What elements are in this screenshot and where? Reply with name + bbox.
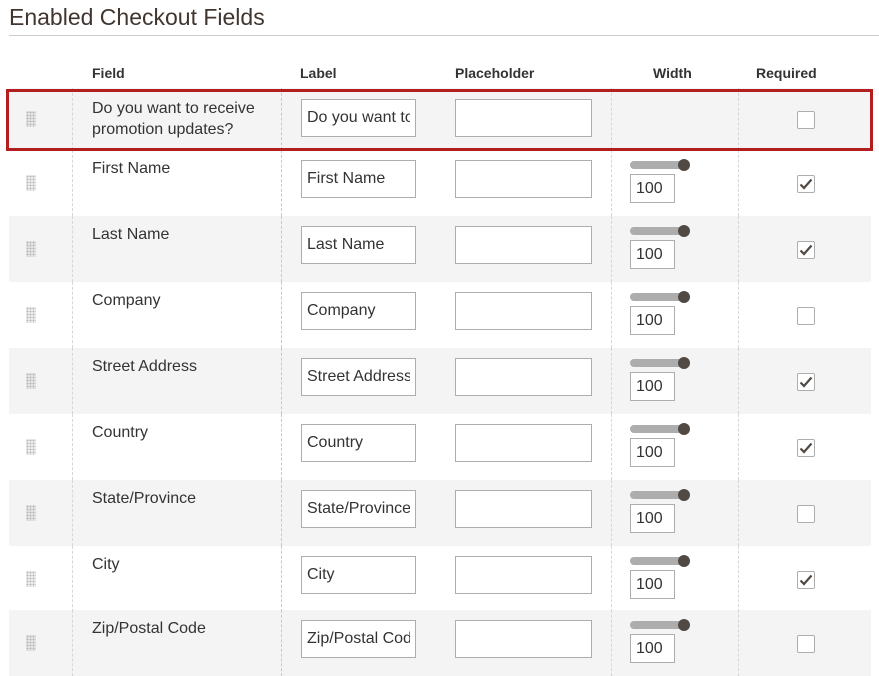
required-checkbox[interactable] [797,505,815,523]
required-checkbox[interactable] [797,307,815,325]
label-input[interactable] [301,99,416,137]
placeholder-input[interactable] [455,226,592,264]
required-checkbox[interactable] [797,373,815,391]
width-slider[interactable] [630,555,690,567]
slider-knob[interactable] [678,225,690,237]
table-row: Street Address [9,348,871,414]
width-input[interactable] [630,634,675,663]
field-name: Company [92,292,161,309]
column-header-width: Width [653,65,692,81]
drag-handle-icon[interactable] [26,373,36,389]
width-input[interactable] [630,372,675,401]
column-header-label: Label [300,65,337,81]
drag-handle-icon[interactable] [26,307,36,323]
checkmark-icon [799,442,813,454]
label-input[interactable] [301,424,416,462]
drag-handle-icon[interactable] [26,439,36,455]
table-row: Last Name [9,216,871,282]
placeholder-input[interactable] [455,620,592,658]
slider-knob[interactable] [678,489,690,501]
checkmark-icon [799,376,813,388]
field-name: Street Address [92,358,197,375]
field-name: Last Name [92,226,170,243]
table-row: City [9,546,871,612]
column-header-field: Field [92,65,125,81]
table-row: Company [9,282,871,348]
width-slider[interactable] [630,291,690,303]
slider-knob[interactable] [678,423,690,435]
field-name: State/Province [92,490,197,507]
required-checkbox[interactable] [797,439,815,457]
required-checkbox[interactable] [797,635,815,653]
placeholder-input[interactable] [455,490,592,528]
required-checkbox[interactable] [797,111,815,129]
table-row: Zip/Postal Code [9,610,871,676]
width-slider[interactable] [630,225,690,237]
table-row: First Name [9,150,871,216]
width-slider[interactable] [630,357,690,369]
field-name: City [92,556,120,573]
slider-knob[interactable] [678,291,690,303]
checkmark-icon [799,178,813,190]
field-name: Do you want to receive promotion updates… [92,100,255,138]
width-input[interactable] [630,570,675,599]
field-name: Zip/Postal Code [92,620,206,637]
required-checkbox[interactable] [797,175,815,193]
drag-handle-icon[interactable] [26,571,36,587]
label-input[interactable] [301,226,416,264]
width-slider[interactable] [630,159,690,171]
drag-handle-icon[interactable] [26,505,36,521]
table-row: Do you want to receive promotion updates… [9,88,871,150]
field-name: First Name [92,160,171,177]
column-header-placeholder: Placeholder [455,65,535,81]
width-input[interactable] [630,174,675,203]
placeholder-input[interactable] [455,292,592,330]
section-title: Enabled Checkout Fields [9,4,265,30]
width-slider[interactable] [630,619,690,631]
column-header-required: Required [756,65,817,81]
width-slider[interactable] [630,423,690,435]
slider-knob[interactable] [678,619,690,631]
checkmark-icon [799,244,813,256]
drag-handle-icon[interactable] [26,175,36,191]
width-slider[interactable] [630,489,690,501]
required-checkbox[interactable] [797,241,815,259]
table-row: State/Province [9,480,871,546]
slider-knob[interactable] [678,555,690,567]
placeholder-input[interactable] [455,556,592,594]
label-input[interactable] [301,490,416,528]
label-input[interactable] [301,358,416,396]
slider-knob[interactable] [678,357,690,369]
placeholder-input[interactable] [455,99,592,137]
field-name: Country [92,424,149,441]
label-input[interactable] [301,292,416,330]
required-checkbox[interactable] [797,571,815,589]
table-row: Country [9,414,871,480]
width-input[interactable] [630,438,675,467]
title-divider [9,35,879,36]
placeholder-input[interactable] [455,358,592,396]
drag-handle-icon[interactable] [26,111,36,127]
label-input[interactable] [301,160,416,198]
label-input[interactable] [301,620,416,658]
placeholder-input[interactable] [455,160,592,198]
slider-knob[interactable] [678,159,690,171]
checkmark-icon [799,574,813,586]
drag-handle-icon[interactable] [26,635,36,651]
width-input[interactable] [630,306,675,335]
placeholder-input[interactable] [455,424,592,462]
width-input[interactable] [630,504,675,533]
width-input[interactable] [630,240,675,269]
label-input[interactable] [301,556,416,594]
drag-handle-icon[interactable] [26,241,36,257]
